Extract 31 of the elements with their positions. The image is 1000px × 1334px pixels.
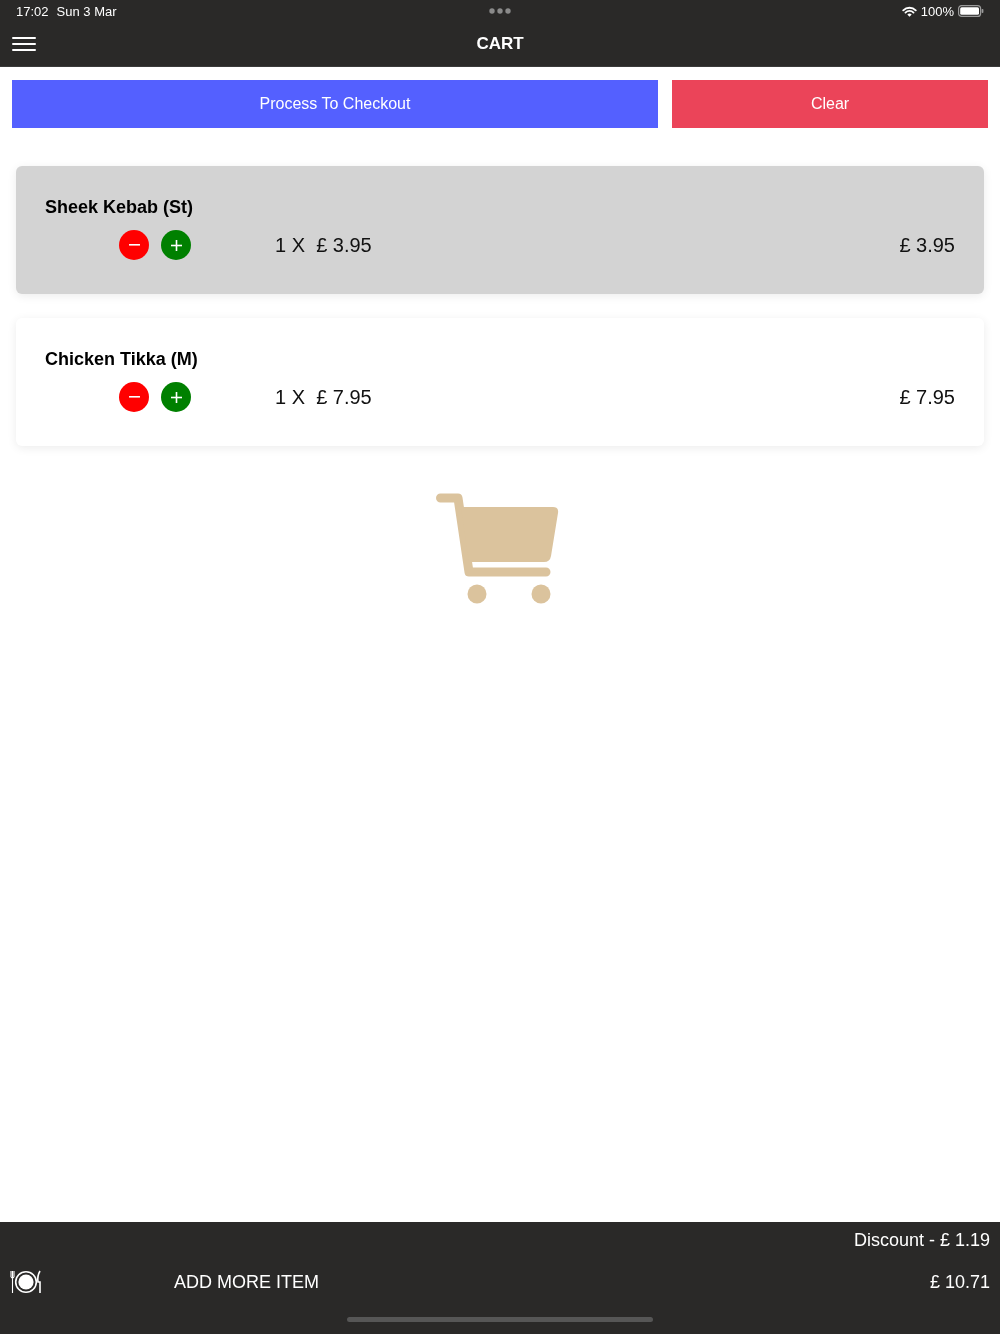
item-name: Sheek Kebab (St) [45, 196, 195, 218]
item-total: £ 3.95 [899, 233, 955, 257]
cart-item-card[interactable]: Sheek Kebab (St) 1 X £ 3.95 £ 3.95 [16, 166, 984, 294]
menu-icon[interactable] [12, 37, 36, 51]
quantity-price: 1 X £ 3.95 [275, 233, 372, 257]
page-title: CART [476, 34, 524, 54]
decrease-button[interactable] [119, 230, 149, 260]
minus-icon [128, 396, 140, 398]
plus-icon [170, 239, 182, 251]
shopping-cart-icon [436, 493, 560, 604]
plus-icon [170, 391, 182, 403]
decrease-button[interactable] [119, 382, 149, 412]
add-more-item-button[interactable]: ADD MORE ITEM [174, 1271, 319, 1293]
battery-percent: 100% [920, 3, 954, 19]
checkout-button[interactable]: Process To Checkout [12, 80, 658, 128]
more-dots-icon [489, 8, 511, 14]
increase-button[interactable] [161, 230, 191, 260]
plate-cutlery-icon[interactable] [10, 1270, 42, 1294]
clear-button[interactable]: Clear [672, 80, 988, 128]
status-date: Sun 3 Mar [56, 3, 117, 19]
minus-icon [128, 244, 140, 246]
wifi-icon [901, 5, 917, 17]
status-time: 17:02 [16, 3, 49, 19]
order-total: £ 10.71 [929, 1271, 990, 1293]
item-total: £ 7.95 [899, 385, 955, 409]
discount-text: Discount - £ 1.19 [853, 1230, 990, 1250]
cart-item-card[interactable]: Chicken Tikka (M) 1 X £ 7.95 £ 7.95 [16, 318, 984, 446]
quantity-price: 1 X £ 7.95 [275, 385, 372, 409]
item-name: Chicken Tikka (M) [45, 348, 199, 370]
increase-button[interactable] [161, 382, 191, 412]
battery-icon [958, 5, 984, 17]
